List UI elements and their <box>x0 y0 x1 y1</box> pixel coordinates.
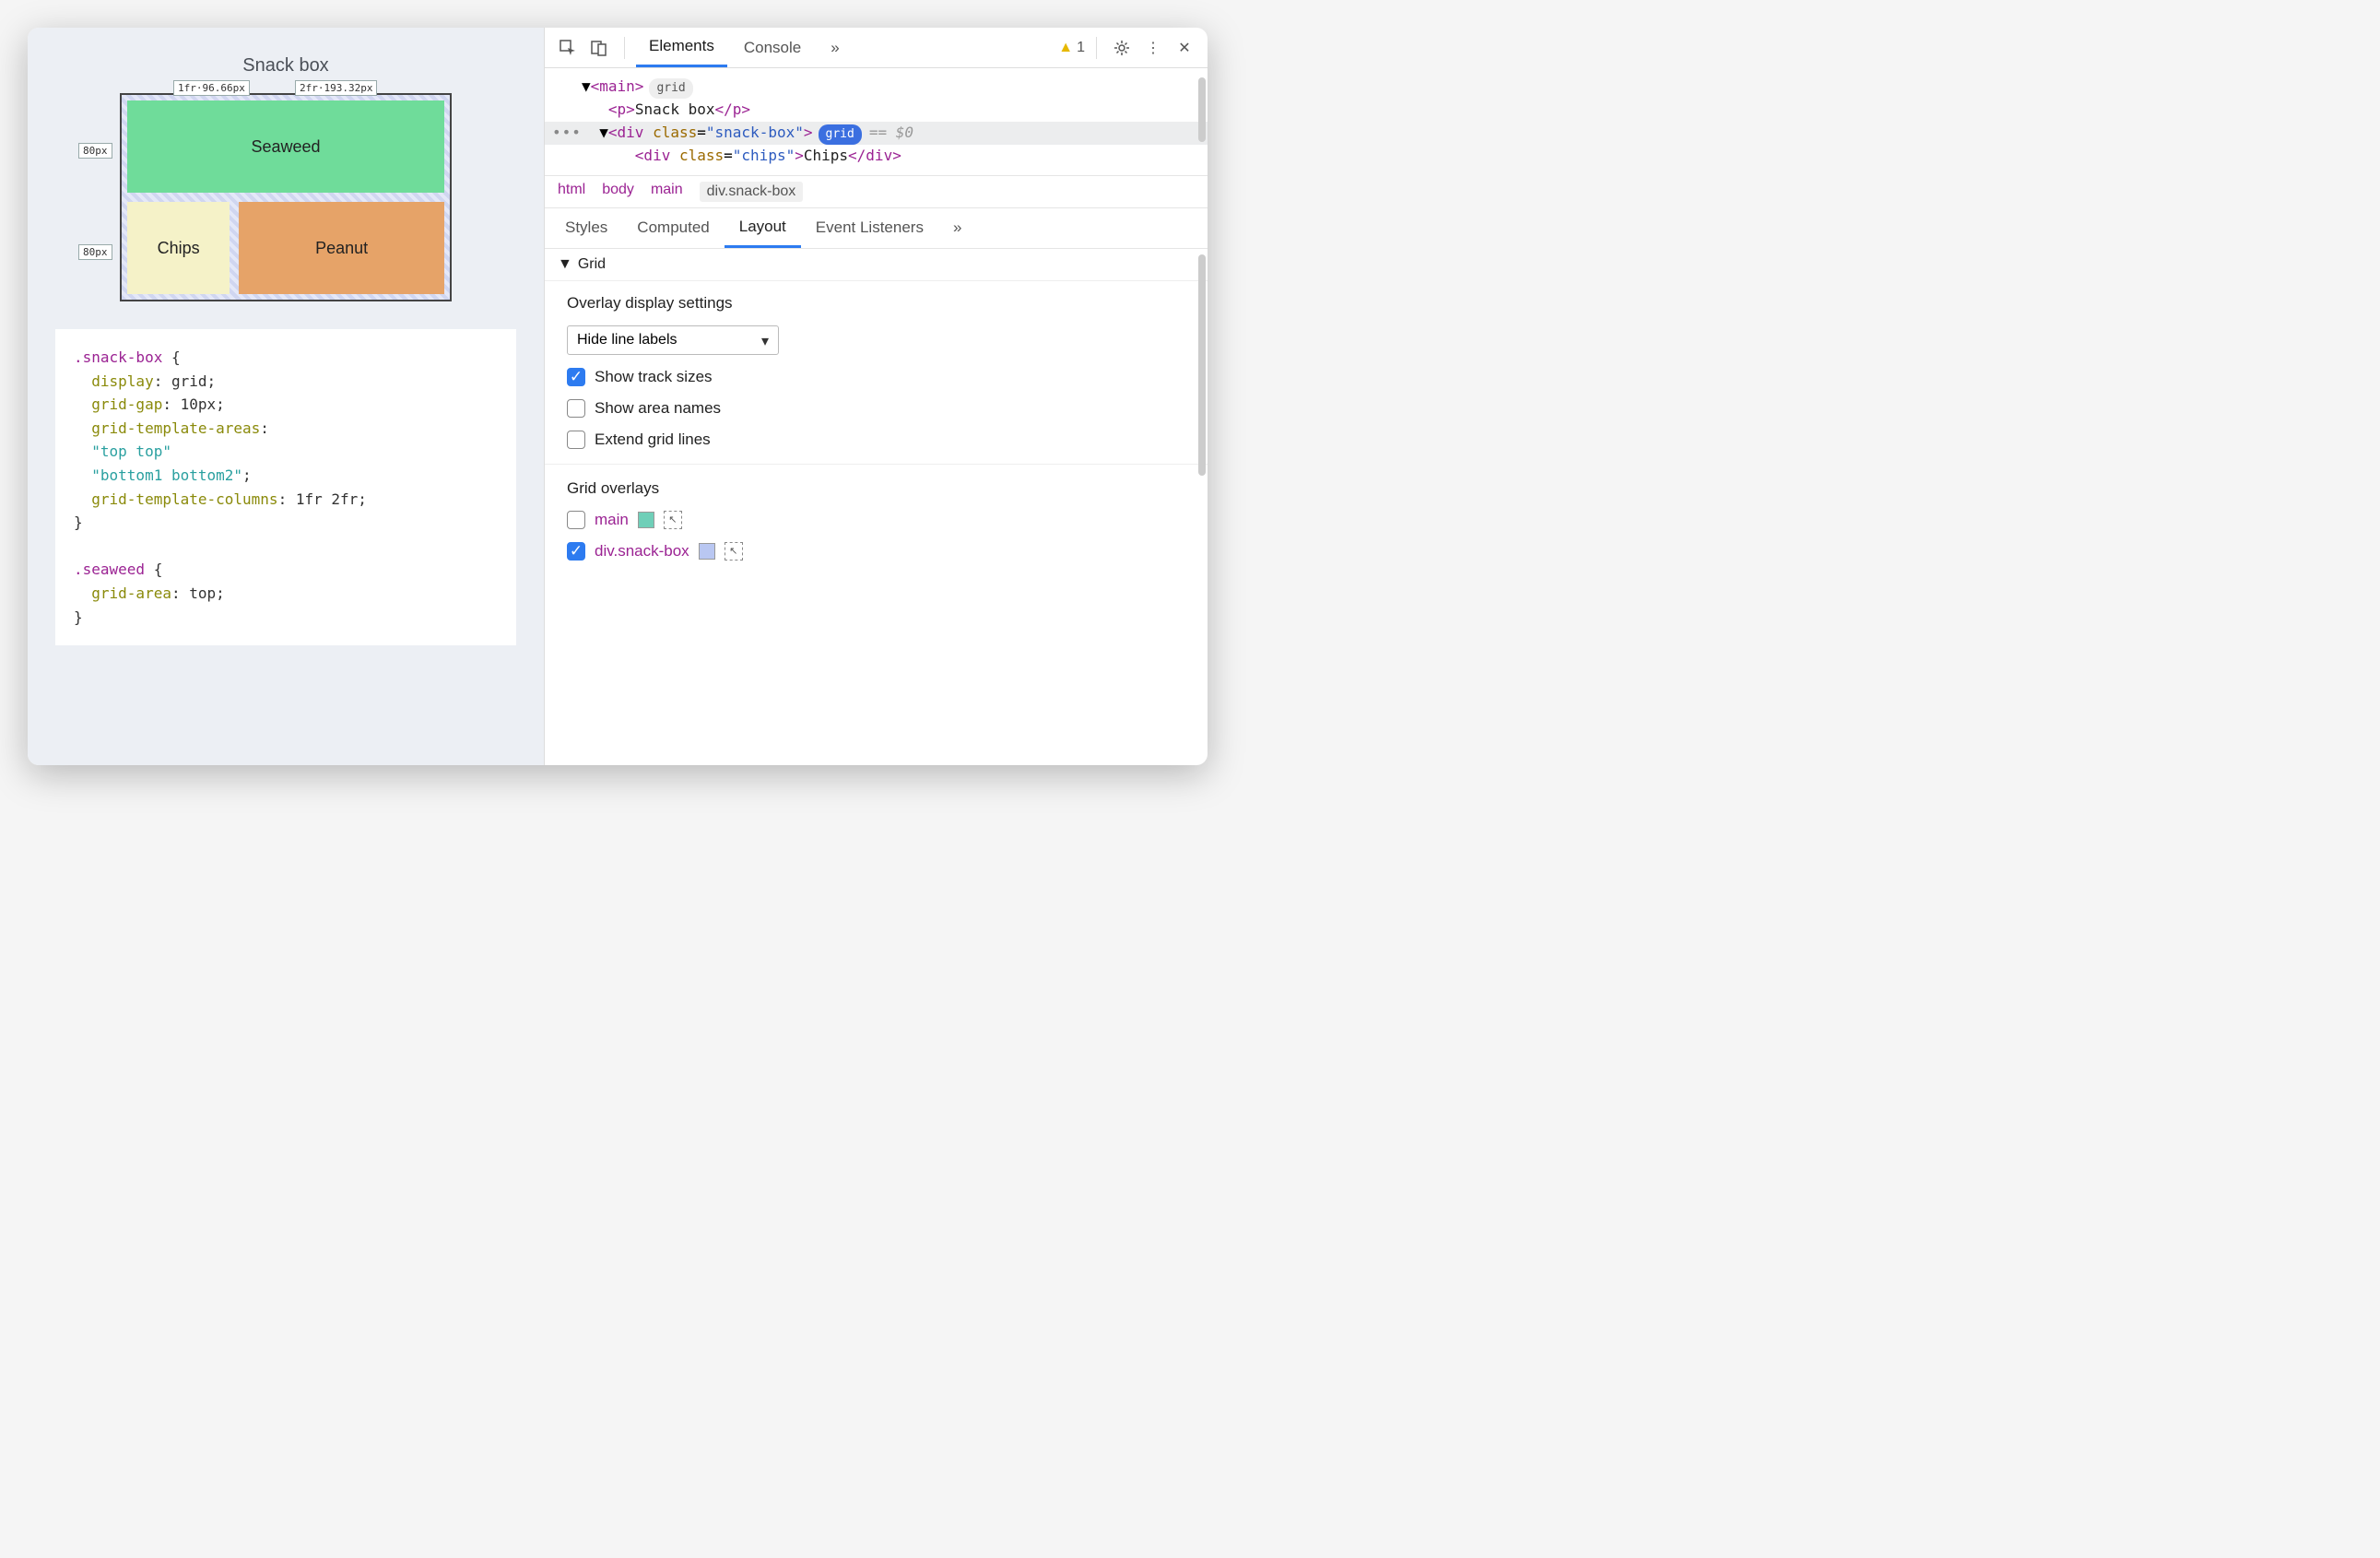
checkbox-icon: ✓ <box>567 542 585 561</box>
layout-panel: ▼ Grid Overlay display settings Hide lin… <box>545 249 1208 765</box>
crumb-html[interactable]: html <box>558 182 585 202</box>
dom-node-chips[interactable]: <div class="chips">Chips</div> <box>582 145 1202 168</box>
dom-node-main[interactable]: ▼<main>grid <box>582 76 1202 99</box>
cell-seaweed: Seaweed <box>127 100 444 193</box>
overlay-settings-title: Overlay display settings <box>567 294 1185 313</box>
track-label-row1: 80px <box>78 143 112 159</box>
chevron-down-icon: ▼ <box>558 256 572 273</box>
checkbox-track-sizes[interactable]: ✓ Show track sizes <box>567 368 1185 386</box>
crumb-current[interactable]: div.snack-box <box>700 182 804 202</box>
crumb-body[interactable]: body <box>602 182 634 202</box>
line-labels-select[interactable]: Hide line labels <box>567 325 779 355</box>
gear-icon[interactable] <box>1108 34 1136 62</box>
checkbox-icon: ✓ <box>567 368 585 386</box>
close-icon[interactable]: ✕ <box>1171 34 1198 62</box>
grid-section-header[interactable]: ▼ Grid <box>545 249 1208 281</box>
subtabs-overflow[interactable]: » <box>938 209 976 246</box>
cell-chips: Chips <box>127 202 230 294</box>
divider <box>545 464 1208 465</box>
subtab-layout[interactable]: Layout <box>725 208 801 248</box>
css-source: .snack-box { display: grid; grid-gap: 10… <box>55 329 516 645</box>
subtab-computed[interactable]: Computed <box>622 209 724 246</box>
subtab-event-listeners[interactable]: Event Listeners <box>801 209 938 246</box>
tabs-overflow[interactable]: » <box>818 30 852 66</box>
tab-console[interactable]: Console <box>731 30 814 66</box>
page-preview-panel: Snack box 1fr·96.66px 2fr·193.32px 80px … <box>28 28 544 765</box>
grid-overlays-title: Grid overlays <box>567 479 1185 498</box>
scrollbar[interactable] <box>1198 254 1206 476</box>
color-swatch[interactable] <box>699 543 715 560</box>
checkbox-icon <box>567 511 585 529</box>
checkbox-icon <box>567 431 585 449</box>
snack-box-grid: Seaweed Chips Peanut <box>120 93 452 301</box>
cell-peanut: Peanut <box>239 202 444 294</box>
main-toolbar: Elements Console » ▲ 1 ⋮ ✕ <box>545 28 1208 68</box>
overlay-row-snackbox[interactable]: ✓ div.snack-box ↖ <box>567 542 1185 561</box>
track-label-col1: 1fr·96.66px <box>173 80 250 96</box>
reveal-icon[interactable]: ↖ <box>725 542 743 561</box>
dom-node-snackbox[interactable]: ▼<div class="snack-box">grid== $0 <box>545 122 1208 145</box>
warning-icon: ▲ <box>1058 40 1073 56</box>
warnings-badge[interactable]: ▲ 1 <box>1058 40 1085 56</box>
overlay-row-main[interactable]: main ↖ <box>567 511 1185 529</box>
devtools-panel: Elements Console » ▲ 1 ⋮ ✕ ▼<main>grid <… <box>544 28 1208 765</box>
grid-preview: 1fr·96.66px 2fr·193.32px 80px 80px Seawe… <box>120 93 452 301</box>
scrollbar[interactable] <box>1198 77 1206 142</box>
page-title: Snack box <box>46 55 525 77</box>
subtab-styles[interactable]: Styles <box>550 209 622 246</box>
toolbar-separator <box>624 37 625 59</box>
tab-elements[interactable]: Elements <box>636 28 727 67</box>
track-label-row2: 80px <box>78 244 112 260</box>
checkbox-area-names[interactable]: Show area names <box>567 399 1185 418</box>
devtools-window: Snack box 1fr·96.66px 2fr·193.32px 80px … <box>28 28 1208 765</box>
breadcrumb: html body main div.snack-box <box>545 176 1208 208</box>
checkbox-icon <box>567 399 585 418</box>
track-label-col2: 2fr·193.32px <box>295 80 377 96</box>
checkbox-extend-lines[interactable]: Extend grid lines <box>567 431 1185 449</box>
color-swatch[interactable] <box>638 512 654 528</box>
crumb-main[interactable]: main <box>651 182 683 202</box>
styles-subtabs: Styles Computed Layout Event Listeners » <box>545 208 1208 249</box>
dom-node-p[interactable]: <p>Snack box</p> <box>582 99 1202 122</box>
reveal-icon[interactable]: ↖ <box>664 511 682 529</box>
toolbar-separator <box>1096 37 1097 59</box>
inspect-icon[interactable] <box>554 34 582 62</box>
dom-tree[interactable]: ▼<main>grid <p>Snack box</p> ▼<div class… <box>545 68 1208 176</box>
kebab-icon[interactable]: ⋮ <box>1139 34 1167 62</box>
device-toggle-icon[interactable] <box>585 34 613 62</box>
